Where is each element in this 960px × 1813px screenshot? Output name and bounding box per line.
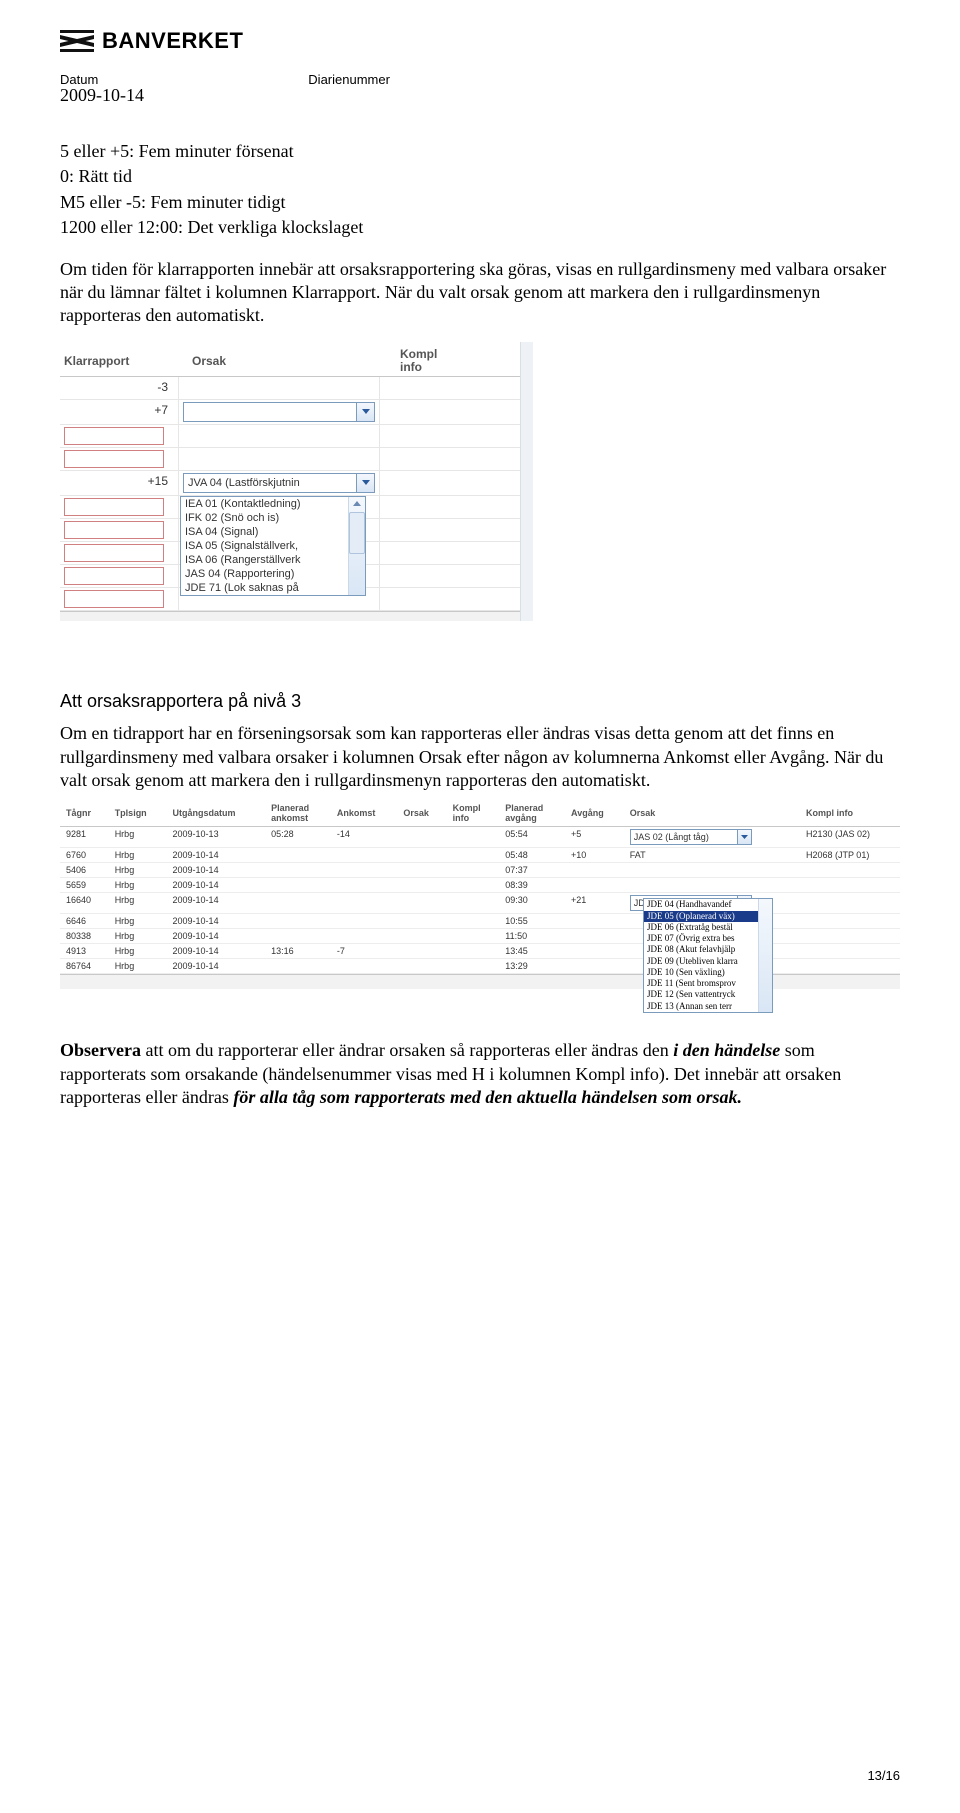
observera-bold: Observera (60, 1040, 141, 1060)
section2-paragraph: Om en tidrapport har en förseningsorsak … (60, 722, 900, 792)
intro-paragraph: Om tiden för klarrapporten innebär att o… (60, 258, 900, 328)
select-text: JVA 04 (Lastförskjutnin (184, 477, 356, 489)
col-tagnr: Tågnr (60, 800, 109, 827)
intro-bullets: 5 eller +5: Fem minuter försenat 0: Rätt… (60, 140, 900, 328)
dropdown-item[interactable]: JDE 05 (Oplanerad väx) (644, 911, 772, 922)
intro-l4: 1200 eller 12:00: Det verkliga klockslag… (60, 216, 900, 239)
klarrapport-input[interactable] (64, 544, 164, 562)
dropdown-item[interactable]: JAS 04 (Rapportering) (181, 567, 365, 581)
table-row (60, 448, 520, 471)
col-kompl-info1: Komplinfo (447, 800, 500, 827)
dropdown-item[interactable]: IFK 02 (Snö och is) (181, 511, 365, 525)
col-kompl-info2: Kompl info (800, 800, 900, 827)
observera-italic: för alla tåg som rapporterats med den ak… (233, 1087, 742, 1107)
table-row: 86764Hrbg2009-10-1413:29 (60, 959, 900, 974)
klarrapport-value: +7 (60, 400, 179, 424)
col-planerad-ankomst: Planeradankomst (265, 800, 331, 827)
dropdown-item[interactable]: JDE 07 (Övrig extra bes (644, 933, 772, 944)
banverket-logo-icon (60, 30, 94, 52)
orsak-select[interactable]: JVA 04 (Lastförskjutnin (183, 473, 375, 493)
dropdown-item[interactable]: ISA 06 (Rangerställverk (181, 553, 365, 567)
col-header-kompl-info: Kompl info (396, 348, 494, 376)
col-utgangsdatum: Utgångsdatum (167, 800, 266, 827)
date-value: 2009-10-14 (60, 85, 900, 106)
table-row: -3 (60, 377, 520, 400)
klarrapport-value: -3 (60, 377, 179, 399)
intro-l3: M5 eller -5: Fem minuter tidigt (60, 191, 900, 214)
orsak-select[interactable]: JAS 02 (Långt tåg) (630, 829, 752, 845)
diarie-label: Diarienummer (308, 72, 390, 87)
col-header-klarrapport: Klarrapport (60, 348, 188, 376)
table-row: +15 JVA 04 (Lastförskjutnin (60, 471, 520, 496)
dropdown-item[interactable]: JDE 12 (Sen vattentryck (644, 989, 772, 1000)
table-footer-strip (60, 974, 900, 989)
table-row: 5406Hrbg2009-10-1407:37 (60, 863, 900, 878)
dropdown-item[interactable]: JDE 11 (Sent bromsprov (644, 978, 772, 989)
dropdown-item[interactable]: ISA 04 (Signal) (181, 525, 365, 539)
table-header-row: Klarrapport Orsak Kompl info (60, 348, 520, 377)
table-header-row: Tågnr Tplsign Utgångsdatum Planeradankom… (60, 800, 900, 827)
dropdown-item[interactable]: JDE 09 (Utebliven klarra (644, 956, 772, 967)
panel-right-edge (520, 342, 533, 621)
table-row: 80338Hrbg2009-10-1411:50 (60, 929, 900, 944)
table-row: 16640Hrbg2009-10-1409:30+21JDE 05 (Oplan… (60, 893, 900, 914)
intro-l1: 5 eller +5: Fem minuter försenat (60, 140, 900, 163)
observera-italic: i den händelse (673, 1040, 780, 1060)
table-row: 9281Hrbg2009-10-1305:28-1405:54+5JAS 02 … (60, 827, 900, 848)
dropdown-item[interactable]: IEA 01 (Kontaktledning) (181, 497, 365, 511)
brand-name: BANVERKET (102, 28, 243, 54)
chevron-down-icon[interactable] (356, 403, 374, 421)
document-page: BANVERKET Datum Diarienummer 2009-10-14 … (0, 0, 960, 1813)
klarrapport-input[interactable] (64, 498, 164, 516)
col-header-orsak: Orsak (188, 348, 396, 376)
table-row: 6760Hrbg2009-10-1405:48+10FATH2068 (JTP … (60, 848, 900, 863)
section-heading: Att orsaksrapportera på nivå 3 (60, 691, 900, 712)
col-orsak2: Orsak (624, 800, 800, 827)
dropdown-item[interactable]: JDE 13 (Annan sen terr (644, 1001, 772, 1012)
chevron-down-icon[interactable] (737, 830, 751, 844)
col-ankomst: Ankomst (331, 800, 397, 827)
dropdown-item[interactable]: JDE 08 (Akut felavhjälp (644, 944, 772, 955)
scroll-thumb[interactable] (349, 512, 365, 554)
intro-l2: 0: Rätt tid (60, 165, 900, 188)
dropdown-item[interactable]: JDE 71 (Lok saknas på (181, 581, 365, 595)
table-footer-strip (60, 611, 520, 621)
klarrapport-input[interactable] (64, 521, 164, 539)
table-row: 4913Hrbg2009-10-1413:16-713:45 (60, 944, 900, 959)
orsak-dropdown-list[interactable]: IEA 01 (Kontaktledning) IFK 02 (Snö och … (180, 496, 366, 596)
klarrapport-input[interactable] (64, 450, 164, 468)
col-avgang: Avgång (565, 800, 624, 827)
screenshot-klarrapport-table: Klarrapport Orsak Kompl info -3 +7 (60, 348, 520, 621)
dropdown-item[interactable]: JDE 10 (Sen växling) (644, 967, 772, 978)
col-tplsign: Tplsign (109, 800, 167, 827)
orsak-select[interactable] (183, 402, 375, 422)
scrollbar[interactable] (348, 497, 365, 595)
table-row: 6646Hrbg2009-10-1410:55 (60, 914, 900, 929)
klarrapport-input[interactable] (64, 427, 164, 445)
klarrapport-input[interactable] (64, 590, 164, 608)
observera-paragraph: Observera att om du rapporterar eller än… (60, 1039, 900, 1109)
scroll-up-icon[interactable] (353, 497, 361, 511)
dropdown-item[interactable]: JDE 04 (Handhavandef (644, 899, 772, 910)
klarrapport-input[interactable] (64, 567, 164, 585)
klarrapport-value: +15 (60, 471, 179, 495)
table-row (60, 425, 520, 448)
screenshot-train-table: Tågnr Tplsign Utgångsdatum Planeradankom… (60, 800, 900, 989)
scrollbar[interactable] (758, 899, 772, 1012)
dropdown-item[interactable]: ISA 05 (Signalställverk, (181, 539, 365, 553)
chevron-down-icon[interactable] (356, 474, 374, 492)
table-row: +7 (60, 400, 520, 425)
orsak-dropdown-list[interactable]: JDE 04 (HandhavandefJDE 05 (Oplanerad vä… (643, 898, 773, 1013)
brand-logo: BANVERKET (60, 28, 900, 54)
page-number: 13/16 (867, 1768, 900, 1783)
table-row: 5659Hrbg2009-10-1408:39 (60, 878, 900, 893)
dropdown-item[interactable]: JDE 06 (Extratåg bestäl (644, 922, 772, 933)
col-planerad-avgang: Planeradavgång (499, 800, 565, 827)
col-orsak1: Orsak (397, 800, 446, 827)
